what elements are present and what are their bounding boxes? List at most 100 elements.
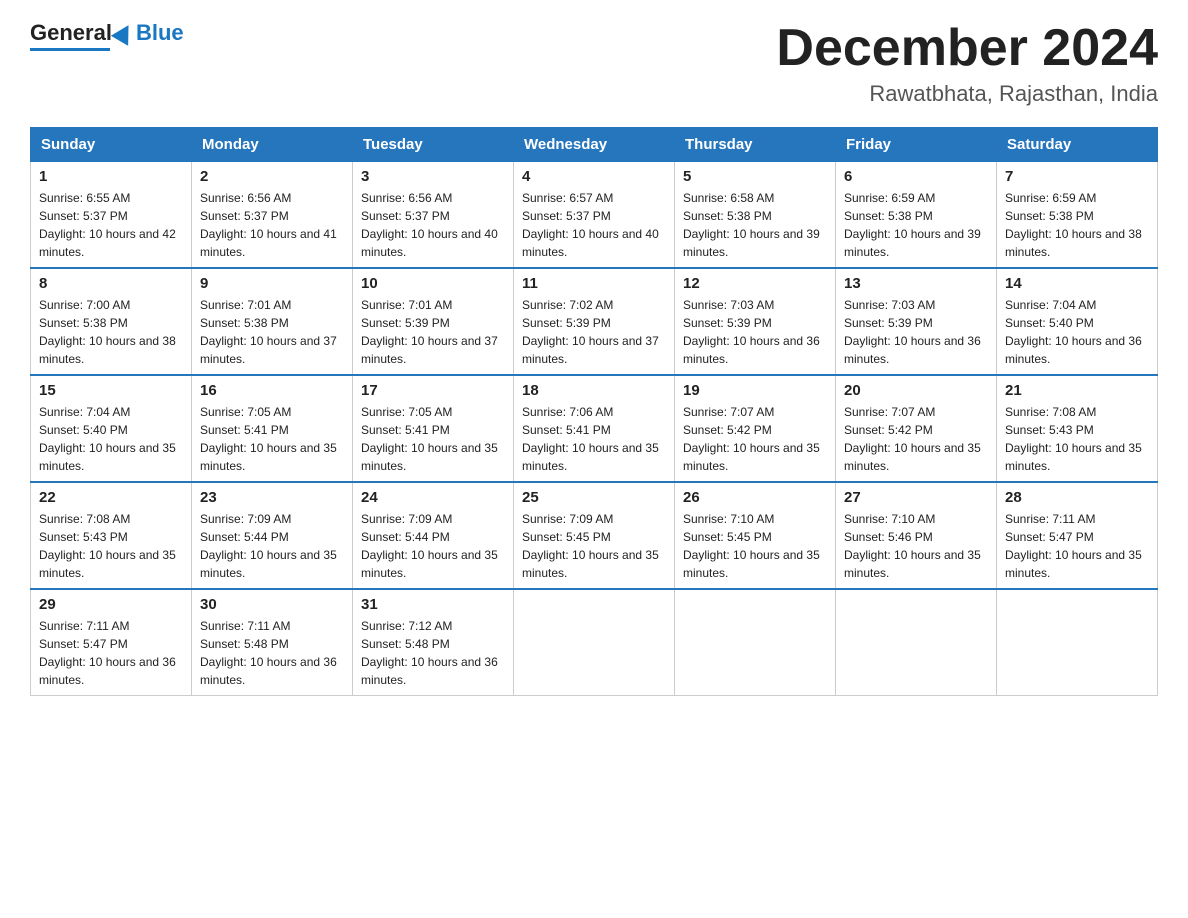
day-number: 17 [361, 382, 505, 399]
header-day-tuesday: Tuesday [353, 128, 514, 162]
day-number: 31 [361, 596, 505, 613]
calendar-cell: 8 Sunrise: 7:00 AMSunset: 5:38 PMDayligh… [31, 268, 192, 375]
day-info: Sunrise: 6:56 AMSunset: 5:37 PMDaylight:… [200, 189, 344, 261]
calendar-cell: 16 Sunrise: 7:05 AMSunset: 5:41 PMDaylig… [192, 375, 353, 482]
logo-underline [30, 48, 110, 51]
calendar-cell: 17 Sunrise: 7:05 AMSunset: 5:41 PMDaylig… [353, 375, 514, 482]
day-number: 24 [361, 489, 505, 506]
day-info: Sunrise: 7:01 AMSunset: 5:38 PMDaylight:… [200, 296, 344, 368]
day-number: 7 [1005, 168, 1149, 185]
day-number: 19 [683, 382, 827, 399]
day-info: Sunrise: 7:00 AMSunset: 5:38 PMDaylight:… [39, 296, 183, 368]
calendar-cell: 4 Sunrise: 6:57 AMSunset: 5:37 PMDayligh… [514, 162, 675, 269]
day-info: Sunrise: 6:55 AMSunset: 5:37 PMDaylight:… [39, 189, 183, 261]
day-info: Sunrise: 7:04 AMSunset: 5:40 PMDaylight:… [1005, 296, 1149, 368]
page-header: General Blue December 2024 Rawatbhata, R… [30, 20, 1158, 107]
header-day-wednesday: Wednesday [514, 128, 675, 162]
day-info: Sunrise: 7:10 AMSunset: 5:45 PMDaylight:… [683, 510, 827, 582]
day-number: 27 [844, 489, 988, 506]
calendar-cell: 15 Sunrise: 7:04 AMSunset: 5:40 PMDaylig… [31, 375, 192, 482]
calendar-cell: 5 Sunrise: 6:58 AMSunset: 5:38 PMDayligh… [675, 162, 836, 269]
calendar-cell: 30 Sunrise: 7:11 AMSunset: 5:48 PMDaylig… [192, 589, 353, 696]
day-info: Sunrise: 7:12 AMSunset: 5:48 PMDaylight:… [361, 617, 505, 689]
day-info: Sunrise: 6:56 AMSunset: 5:37 PMDaylight:… [361, 189, 505, 261]
day-info: Sunrise: 7:09 AMSunset: 5:44 PMDaylight:… [200, 510, 344, 582]
day-number: 18 [522, 382, 666, 399]
day-info: Sunrise: 7:07 AMSunset: 5:42 PMDaylight:… [844, 403, 988, 475]
logo-blue-text: Blue [136, 20, 184, 46]
calendar-cell: 3 Sunrise: 6:56 AMSunset: 5:37 PMDayligh… [353, 162, 514, 269]
day-info: Sunrise: 6:59 AMSunset: 5:38 PMDaylight:… [1005, 189, 1149, 261]
day-number: 14 [1005, 275, 1149, 292]
calendar-cell: 25 Sunrise: 7:09 AMSunset: 5:45 PMDaylig… [514, 482, 675, 589]
calendar-cell: 7 Sunrise: 6:59 AMSunset: 5:38 PMDayligh… [997, 162, 1158, 269]
day-info: Sunrise: 6:58 AMSunset: 5:38 PMDaylight:… [683, 189, 827, 261]
day-info: Sunrise: 7:07 AMSunset: 5:42 PMDaylight:… [683, 403, 827, 475]
day-info: Sunrise: 7:03 AMSunset: 5:39 PMDaylight:… [683, 296, 827, 368]
calendar-cell [836, 589, 997, 696]
day-number: 3 [361, 168, 505, 185]
day-info: Sunrise: 7:04 AMSunset: 5:40 PMDaylight:… [39, 403, 183, 475]
day-info: Sunrise: 7:09 AMSunset: 5:44 PMDaylight:… [361, 510, 505, 582]
header-day-monday: Monday [192, 128, 353, 162]
day-info: Sunrise: 6:57 AMSunset: 5:37 PMDaylight:… [522, 189, 666, 261]
calendar-cell [997, 589, 1158, 696]
day-number: 11 [522, 275, 666, 292]
day-number: 22 [39, 489, 183, 506]
logo-triangle-icon [111, 20, 137, 46]
day-number: 2 [200, 168, 344, 185]
header-day-thursday: Thursday [675, 128, 836, 162]
calendar-cell: 31 Sunrise: 7:12 AMSunset: 5:48 PMDaylig… [353, 589, 514, 696]
calendar-cell: 21 Sunrise: 7:08 AMSunset: 5:43 PMDaylig… [997, 375, 1158, 482]
calendar-cell: 26 Sunrise: 7:10 AMSunset: 5:45 PMDaylig… [675, 482, 836, 589]
day-number: 15 [39, 382, 183, 399]
day-info: Sunrise: 7:05 AMSunset: 5:41 PMDaylight:… [361, 403, 505, 475]
day-number: 20 [844, 382, 988, 399]
header-day-sunday: Sunday [31, 128, 192, 162]
calendar-cell: 28 Sunrise: 7:11 AMSunset: 5:47 PMDaylig… [997, 482, 1158, 589]
day-info: Sunrise: 7:08 AMSunset: 5:43 PMDaylight:… [39, 510, 183, 582]
calendar-week-row: 1 Sunrise: 6:55 AMSunset: 5:37 PMDayligh… [31, 162, 1158, 269]
day-number: 1 [39, 168, 183, 185]
day-number: 9 [200, 275, 344, 292]
day-number: 26 [683, 489, 827, 506]
calendar-cell: 18 Sunrise: 7:06 AMSunset: 5:41 PMDaylig… [514, 375, 675, 482]
day-info: Sunrise: 7:11 AMSunset: 5:47 PMDaylight:… [39, 617, 183, 689]
day-number: 23 [200, 489, 344, 506]
day-info: Sunrise: 7:09 AMSunset: 5:45 PMDaylight:… [522, 510, 666, 582]
day-info: Sunrise: 7:08 AMSunset: 5:43 PMDaylight:… [1005, 403, 1149, 475]
calendar-week-row: 15 Sunrise: 7:04 AMSunset: 5:40 PMDaylig… [31, 375, 1158, 482]
day-number: 16 [200, 382, 344, 399]
day-number: 10 [361, 275, 505, 292]
header-right: December 2024 Rawatbhata, Rajasthan, Ind… [776, 20, 1158, 107]
day-number: 29 [39, 596, 183, 613]
calendar-cell: 24 Sunrise: 7:09 AMSunset: 5:44 PMDaylig… [353, 482, 514, 589]
calendar-cell [514, 589, 675, 696]
calendar-cell: 2 Sunrise: 6:56 AMSunset: 5:37 PMDayligh… [192, 162, 353, 269]
day-info: Sunrise: 6:59 AMSunset: 5:38 PMDaylight:… [844, 189, 988, 261]
logo: General Blue [30, 20, 184, 51]
calendar-cell: 12 Sunrise: 7:03 AMSunset: 5:39 PMDaylig… [675, 268, 836, 375]
day-number: 12 [683, 275, 827, 292]
day-info: Sunrise: 7:05 AMSunset: 5:41 PMDaylight:… [200, 403, 344, 475]
calendar-week-row: 22 Sunrise: 7:08 AMSunset: 5:43 PMDaylig… [31, 482, 1158, 589]
calendar-table: SundayMondayTuesdayWednesdayThursdayFrid… [30, 127, 1158, 696]
calendar-subtitle: Rawatbhata, Rajasthan, India [776, 81, 1158, 107]
day-info: Sunrise: 7:01 AMSunset: 5:39 PMDaylight:… [361, 296, 505, 368]
day-info: Sunrise: 7:11 AMSunset: 5:47 PMDaylight:… [1005, 510, 1149, 582]
calendar-cell: 13 Sunrise: 7:03 AMSunset: 5:39 PMDaylig… [836, 268, 997, 375]
day-number: 13 [844, 275, 988, 292]
calendar-cell: 9 Sunrise: 7:01 AMSunset: 5:38 PMDayligh… [192, 268, 353, 375]
calendar-cell: 29 Sunrise: 7:11 AMSunset: 5:47 PMDaylig… [31, 589, 192, 696]
calendar-cell: 19 Sunrise: 7:07 AMSunset: 5:42 PMDaylig… [675, 375, 836, 482]
calendar-header-row: SundayMondayTuesdayWednesdayThursdayFrid… [31, 128, 1158, 162]
day-number: 5 [683, 168, 827, 185]
day-number: 6 [844, 168, 988, 185]
calendar-cell: 20 Sunrise: 7:07 AMSunset: 5:42 PMDaylig… [836, 375, 997, 482]
calendar-cell: 22 Sunrise: 7:08 AMSunset: 5:43 PMDaylig… [31, 482, 192, 589]
calendar-cell: 6 Sunrise: 6:59 AMSunset: 5:38 PMDayligh… [836, 162, 997, 269]
calendar-cell: 1 Sunrise: 6:55 AMSunset: 5:37 PMDayligh… [31, 162, 192, 269]
day-number: 21 [1005, 382, 1149, 399]
day-number: 8 [39, 275, 183, 292]
calendar-cell: 27 Sunrise: 7:10 AMSunset: 5:46 PMDaylig… [836, 482, 997, 589]
